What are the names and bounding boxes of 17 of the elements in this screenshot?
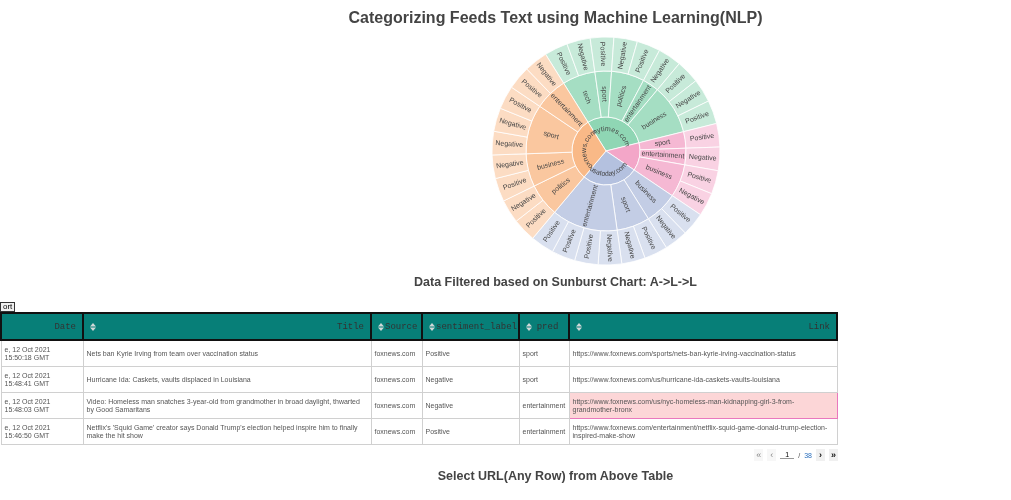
sort-icon[interactable] (429, 322, 435, 331)
sort-icon[interactable] (526, 322, 532, 331)
section-heading: Data Filtered based on Sunburst Chart: A->L->L (413, 275, 698, 289)
last-page-button[interactable]: » (829, 449, 838, 461)
sort-icon[interactable] (90, 322, 96, 331)
column-label: Title (336, 321, 364, 332)
column-label: Link (807, 321, 830, 332)
sort-icon[interactable] (378, 322, 384, 331)
page-title: Categorizing Feeds Text using Machine Learning(NLP) (347, 8, 764, 27)
column-label: pred (535, 321, 560, 332)
column-label: sentiment_label (436, 321, 517, 332)
sunburst-drawing[interactable] (491, 36, 720, 266)
column-label: Source (385, 321, 418, 332)
next-page-button[interactable]: › (816, 449, 825, 461)
section-heading: Select URL(Any Row) from Above Table (436, 469, 675, 483)
column-label: Date (53, 321, 76, 332)
sort-icon[interactable] (576, 322, 582, 331)
